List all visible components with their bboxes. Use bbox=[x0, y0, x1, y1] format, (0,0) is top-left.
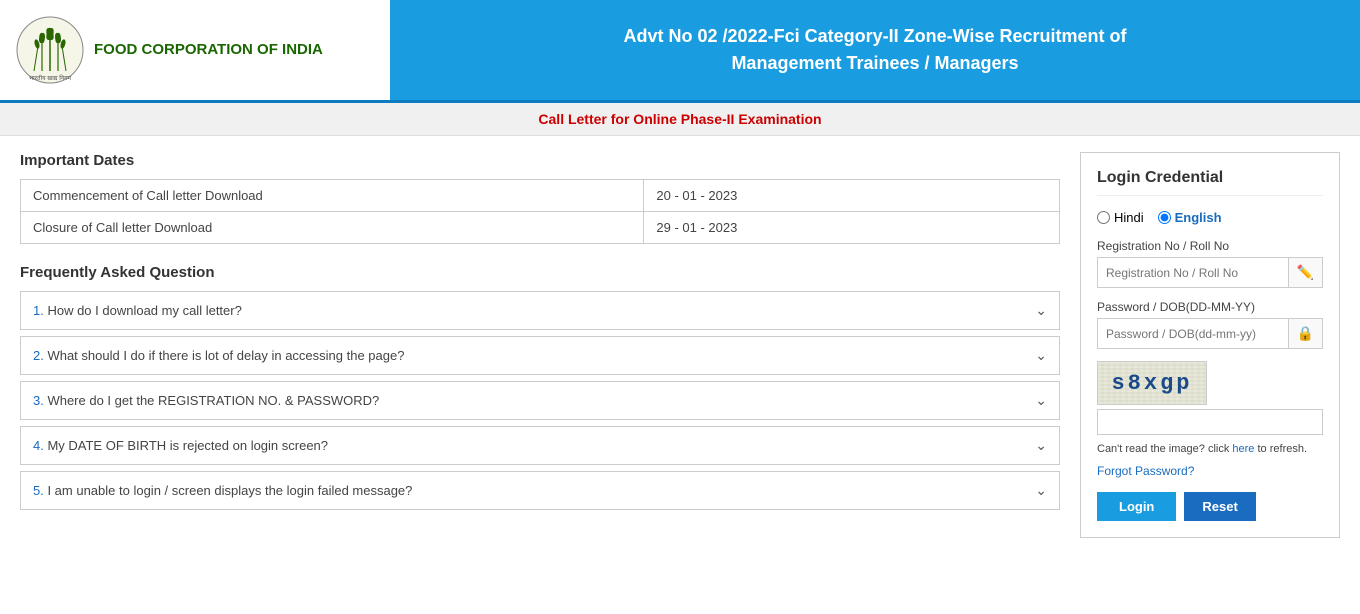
captcha-input[interactable] bbox=[1097, 409, 1323, 435]
faq-list: 1. How do I download my call letter? ⌄ 2. … bbox=[20, 291, 1060, 510]
login-title: Login Credential bbox=[1097, 169, 1323, 196]
table-row: Commencement of Call letter Download20 -… bbox=[21, 180, 1060, 212]
refresh-captcha-link[interactable]: here bbox=[1232, 443, 1254, 455]
reg-label: Registration No / Roll No bbox=[1097, 239, 1323, 253]
reg-input-row: ✏️ bbox=[1097, 257, 1323, 288]
faq-item[interactable]: 3. Where do I get the REGISTRATION NO. &… bbox=[20, 381, 1060, 420]
faq-text: 5. I am unable to login / screen display… bbox=[33, 483, 412, 498]
date-label: Closure of Call letter Download bbox=[21, 212, 644, 244]
table-row: Closure of Call letter Download29 - 01 -… bbox=[21, 212, 1060, 244]
important-dates-table: Commencement of Call letter Download20 -… bbox=[20, 179, 1060, 244]
pass-label: Password / DOB(DD-MM-YY) bbox=[1097, 300, 1323, 314]
faq-text: 1. How do I download my call letter? bbox=[33, 303, 242, 318]
faq-text: 3. Where do I get the REGISTRATION NO. &… bbox=[33, 393, 379, 408]
faq-text: 2. What should I do if there is lot of d… bbox=[33, 348, 404, 363]
chevron-down-icon: ⌄ bbox=[1035, 347, 1047, 364]
chevron-down-icon: ⌄ bbox=[1035, 482, 1047, 499]
language-selector: Hindi English bbox=[1097, 210, 1323, 225]
date-value: 29 - 01 - 2023 bbox=[644, 212, 1060, 244]
lang-hindi-option[interactable]: Hindi bbox=[1097, 210, 1144, 225]
date-label: Commencement of Call letter Download bbox=[21, 180, 644, 212]
faq-item[interactable]: 5. I am unable to login / screen display… bbox=[20, 471, 1060, 510]
lock-icon: 🔒 bbox=[1288, 319, 1322, 348]
captcha-area: s8xgp bbox=[1097, 361, 1323, 435]
edit-icon: ✏️ bbox=[1288, 258, 1322, 287]
header-logo: भारतीय खाद्य निगम FOOD CORPORATION OF IN… bbox=[0, 0, 390, 100]
reg-input[interactable] bbox=[1098, 260, 1288, 286]
login-panel: Login Credential Hindi English Registrat… bbox=[1080, 152, 1340, 538]
lang-english-radio[interactable] bbox=[1158, 211, 1171, 224]
sub-header-text: Call Letter for Online Phase-II Examinat… bbox=[538, 111, 821, 127]
lang-hindi-radio[interactable] bbox=[1097, 211, 1110, 224]
fci-emblem-icon: भारतीय खाद्य निगम bbox=[16, 16, 84, 84]
main-content: Important Dates Commencement of Call let… bbox=[0, 136, 1360, 554]
header: भारतीय खाद्य निगम FOOD CORPORATION OF IN… bbox=[0, 0, 1360, 103]
faq-text: 4. My DATE OF BIRTH is rejected on login… bbox=[33, 438, 328, 453]
forgot-password-link[interactable]: Forgot Password? bbox=[1097, 464, 1323, 478]
chevron-down-icon: ⌄ bbox=[1035, 392, 1047, 409]
reset-button[interactable]: Reset bbox=[1184, 492, 1255, 521]
lang-english-option[interactable]: English bbox=[1158, 210, 1222, 225]
cant-read-text: Can't read the image? click here to refr… bbox=[1097, 441, 1323, 458]
org-name: FOOD CORPORATION OF INDIA bbox=[94, 40, 323, 60]
faq-title: Frequently Asked Question bbox=[20, 264, 1060, 281]
chevron-down-icon: ⌄ bbox=[1035, 302, 1047, 319]
captcha-image: s8xgp bbox=[1097, 361, 1207, 405]
pass-input-row: 🔒 bbox=[1097, 318, 1323, 349]
header-title: Advt No 02 /2022-Fci Category-II Zone-Wi… bbox=[390, 13, 1360, 87]
button-row: Login Reset bbox=[1097, 492, 1323, 521]
captcha-text: s8xgp bbox=[1111, 371, 1192, 396]
left-panel: Important Dates Commencement of Call let… bbox=[20, 152, 1060, 538]
login-button[interactable]: Login bbox=[1097, 492, 1176, 521]
lang-hindi-label: Hindi bbox=[1114, 210, 1144, 225]
lang-english-label: English bbox=[1175, 210, 1222, 225]
faq-item[interactable]: 2. What should I do if there is lot of d… bbox=[20, 336, 1060, 375]
pass-input[interactable] bbox=[1098, 321, 1288, 347]
sub-header-banner: Call Letter for Online Phase-II Examinat… bbox=[0, 103, 1360, 136]
date-value: 20 - 01 - 2023 bbox=[644, 180, 1060, 212]
important-dates-title: Important Dates bbox=[20, 152, 1060, 169]
chevron-down-icon: ⌄ bbox=[1035, 437, 1047, 454]
faq-item[interactable]: 1. How do I download my call letter? ⌄ bbox=[20, 291, 1060, 330]
faq-item[interactable]: 4. My DATE OF BIRTH is rejected on login… bbox=[20, 426, 1060, 465]
svg-text:भारतीय खाद्य निगम: भारतीय खाद्य निगम bbox=[29, 74, 72, 82]
